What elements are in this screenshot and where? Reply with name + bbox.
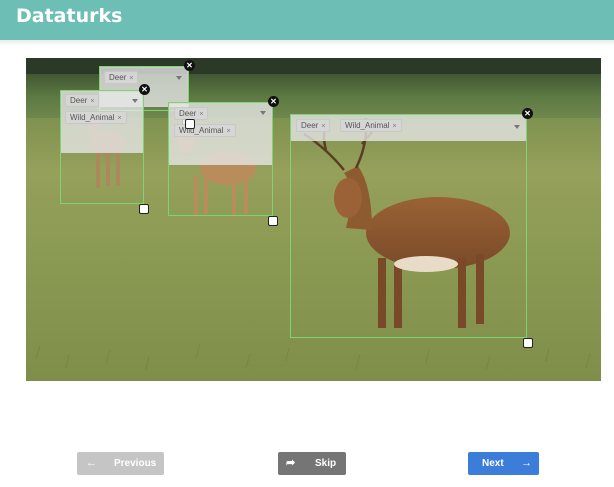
tag-chip[interactable]: Wild_Animal ×	[340, 119, 402, 132]
close-box-icon[interactable]: ✕	[184, 60, 195, 71]
annotation-canvas[interactable]: Deer × ✕ Deer × Wild_Animal × ✕ Deer × Wild_…	[26, 58, 601, 381]
remove-tag-icon[interactable]: ×	[392, 123, 396, 130]
header-shadow	[0, 40, 614, 46]
skip-button[interactable]: ➦ Skip	[278, 452, 346, 475]
dropdown-caret-icon[interactable]	[176, 76, 182, 80]
tag-chip-label: Deer	[70, 96, 88, 105]
tag-chip-label: Deer	[179, 109, 197, 118]
remove-tag-icon[interactable]: ×	[321, 123, 325, 130]
resize-handle-icon[interactable]	[185, 119, 195, 129]
previous-button[interactable]: ← Previous	[77, 452, 164, 475]
resize-handle-icon[interactable]	[523, 338, 533, 348]
annotation-box-4[interactable]	[290, 114, 527, 338]
tag-chip-label: Wild_Animal	[345, 121, 390, 130]
tag-chip[interactable]: Deer ×	[65, 94, 100, 107]
dropdown-caret-icon[interactable]	[132, 99, 138, 103]
resize-handle-icon[interactable]	[268, 216, 278, 226]
tag-chip[interactable]: Deer ×	[104, 71, 139, 84]
tag-chip-label: Wild_Animal	[70, 113, 115, 122]
remove-tag-icon[interactable]: ×	[117, 115, 121, 122]
app-header: Dataturks	[0, 0, 614, 40]
dropdown-caret-icon[interactable]	[514, 125, 520, 129]
next-button[interactable]: Next →	[468, 452, 539, 475]
remove-tag-icon[interactable]: ×	[129, 75, 133, 82]
skip-button-label: Skip	[315, 458, 337, 469]
remove-tag-icon[interactable]: ×	[90, 98, 94, 105]
tag-chip-label: Deer	[301, 121, 319, 130]
tag-chip-label: Deer	[109, 73, 127, 82]
next-button-label: Next	[482, 458, 504, 469]
remove-tag-icon[interactable]: ×	[199, 111, 203, 118]
app-logo-title[interactable]: Dataturks	[16, 5, 122, 27]
close-box-icon[interactable]: ✕	[268, 96, 279, 107]
close-box-icon[interactable]: ✕	[139, 84, 150, 95]
dropdown-caret-icon[interactable]	[260, 111, 266, 115]
resize-handle-icon[interactable]	[139, 204, 149, 214]
arrow-left-icon: ←	[86, 457, 97, 469]
tag-chip[interactable]: Wild_Animal ×	[65, 111, 127, 124]
tag-chip[interactable]: Wild_Animal ×	[174, 124, 236, 137]
previous-button-label: Previous	[114, 458, 157, 469]
remove-tag-icon[interactable]: ×	[226, 128, 230, 135]
share-forward-icon: ➦	[286, 457, 296, 469]
arrow-right-icon: →	[521, 457, 532, 469]
close-box-icon[interactable]: ✕	[522, 108, 533, 119]
tag-chip[interactable]: Deer ×	[296, 119, 331, 132]
